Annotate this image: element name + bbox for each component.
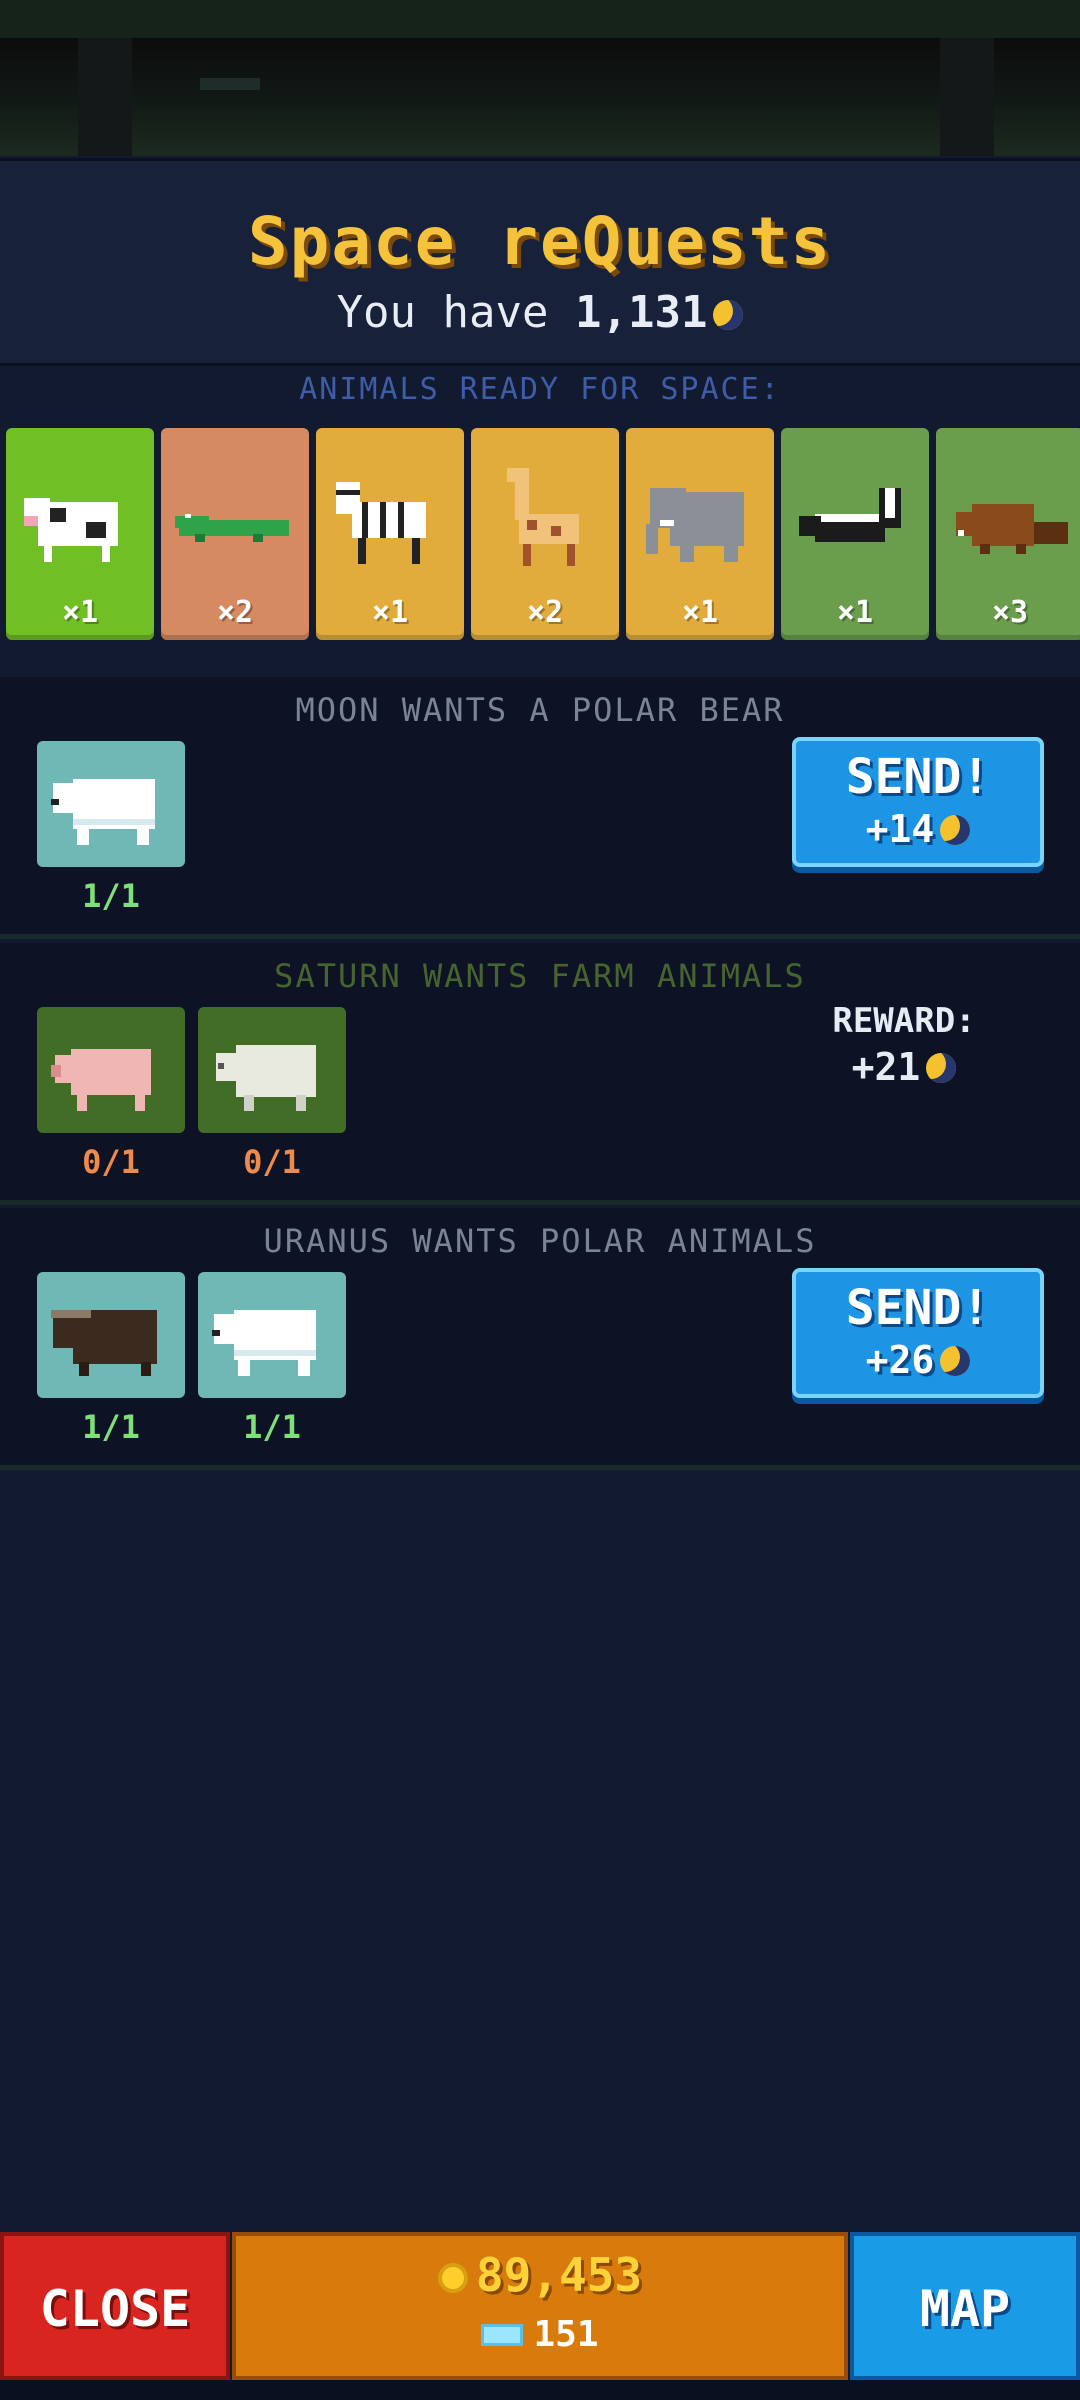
send-button[interactable]: SEND! +26 bbox=[792, 1268, 1044, 1398]
request-slot-polar-bear[interactable] bbox=[198, 1272, 346, 1398]
polar-bear-icon bbox=[212, 1310, 316, 1376]
elephant-icon bbox=[646, 488, 744, 562]
beaver-icon bbox=[956, 504, 1068, 554]
reward-info: REWARD: +21 bbox=[804, 1001, 1004, 1089]
musk-ox-icon bbox=[51, 1310, 157, 1376]
sheep-icon bbox=[216, 1045, 316, 1111]
gem-balance: 151 bbox=[236, 2314, 844, 2355]
request-title: SATURN WANTS FARM ANIMALS bbox=[274, 957, 806, 995]
request-panel: SATURN WANTS FARM ANIMALS 0/1 0/1 REWARD: +2… bbox=[0, 943, 1080, 1205]
animal-quantity: ×1 bbox=[371, 595, 409, 630]
polar-bear-icon bbox=[51, 779, 155, 845]
animal-quantity: ×1 bbox=[681, 595, 719, 630]
moon-token-icon bbox=[940, 1346, 971, 1376]
request-panel: MOON WANTS A POLAR BEAR 1/1 SEND! +14 bbox=[0, 677, 1080, 939]
send-reward: +26 bbox=[796, 1338, 1040, 1382]
request-slot-polar-bear[interactable] bbox=[37, 741, 185, 867]
send-label: SEND! bbox=[845, 749, 991, 805]
animal-quantity: ×3 bbox=[991, 595, 1029, 630]
send-button[interactable]: SEND! +14 bbox=[792, 737, 1044, 867]
pig-icon bbox=[51, 1049, 151, 1111]
slot-count: 1/1 bbox=[82, 1408, 140, 1446]
map-label: MAP bbox=[919, 2280, 1011, 2338]
cow-icon bbox=[24, 498, 118, 562]
crocodile-icon bbox=[175, 514, 289, 542]
close-label: CLOSE bbox=[39, 2280, 191, 2338]
zebra-icon bbox=[336, 482, 426, 564]
ready-label: ANIMALS READY FOR SPACE: bbox=[299, 372, 781, 407]
reward-value: +21 bbox=[804, 1045, 1004, 1089]
slot-count: 0/1 bbox=[82, 1143, 140, 1181]
reward-amount: +26 bbox=[865, 1338, 935, 1382]
coin-icon bbox=[437, 2263, 468, 2293]
moon-token-icon bbox=[713, 300, 744, 330]
ready-animal-tile-cow[interactable]: ×1 bbox=[6, 428, 154, 640]
coin-amount: 89,453 bbox=[475, 2248, 643, 2302]
moon-token-icon bbox=[926, 1053, 957, 1083]
send-reward: +14 bbox=[796, 807, 1040, 851]
background-bird bbox=[200, 78, 260, 90]
currency-display: 89,453 151 bbox=[232, 2232, 848, 2380]
ready-animal-tile-elephant[interactable]: ×1 bbox=[626, 428, 774, 640]
send-label: SEND! bbox=[845, 1280, 991, 1336]
balance-line: You have 1,131 bbox=[0, 287, 1080, 338]
moon-token-icon bbox=[940, 815, 971, 845]
giraffe-icon bbox=[507, 468, 579, 566]
reward-amount: +21 bbox=[851, 1045, 921, 1089]
close-button[interactable]: CLOSE bbox=[0, 2232, 230, 2380]
request-title: URANUS WANTS POLAR ANIMALS bbox=[263, 1222, 817, 1260]
slot-count: 0/1 bbox=[243, 1143, 301, 1181]
request-slot-sheep[interactable] bbox=[198, 1007, 346, 1133]
animal-quantity: ×1 bbox=[61, 595, 99, 630]
gem-icon bbox=[481, 2324, 524, 2346]
slot-count: 1/1 bbox=[243, 1408, 301, 1446]
system-nav-bar bbox=[0, 2380, 1080, 2400]
background-post bbox=[940, 38, 994, 156]
page-title: Space reQuests bbox=[247, 203, 833, 280]
status-strip bbox=[0, 0, 1080, 38]
reward-label: REWARD: bbox=[832, 1001, 976, 1041]
request-slot-pig[interactable] bbox=[37, 1007, 185, 1133]
requests-header: Space reQuests You have 1,131 bbox=[0, 158, 1080, 366]
request-title: MOON WANTS A POLAR BEAR bbox=[295, 691, 785, 729]
request-panel: URANUS WANTS POLAR ANIMALS 1/1 1/1 SEND! +26 bbox=[0, 1208, 1080, 1470]
map-button[interactable]: MAP bbox=[850, 2232, 1080, 2380]
skunk-icon bbox=[799, 488, 901, 542]
ready-animals-row: ×1 ×2 ×1 ×2 ×1 ×1 ×3 bbox=[6, 428, 1080, 642]
balance-amount: 1,131 bbox=[574, 287, 708, 338]
ready-animal-tile-crocodile[interactable]: ×2 bbox=[161, 428, 309, 640]
bottom-bar: CLOSE 89,453 151 MAP bbox=[0, 2232, 1080, 2380]
ready-animal-tile-skunk[interactable]: ×1 bbox=[781, 428, 929, 640]
animal-quantity: ×2 bbox=[526, 595, 564, 630]
request-slot-musk-ox[interactable] bbox=[37, 1272, 185, 1398]
ready-animal-tile-giraffe[interactable]: ×2 bbox=[471, 428, 619, 640]
animal-quantity: ×1 bbox=[836, 595, 874, 630]
balance-prefix: You have bbox=[336, 287, 549, 338]
reward-amount: +14 bbox=[865, 807, 935, 851]
ready-animal-tile-beaver[interactable]: ×3 bbox=[936, 428, 1080, 640]
gem-amount: 151 bbox=[533, 2314, 599, 2355]
ready-animal-tile-zebra[interactable]: ×1 bbox=[316, 428, 464, 640]
slot-count: 1/1 bbox=[82, 877, 140, 915]
zoo-background bbox=[0, 38, 1080, 156]
background-post bbox=[78, 38, 132, 156]
animal-quantity: ×2 bbox=[216, 595, 254, 630]
coin-balance: 89,453 bbox=[236, 2248, 844, 2302]
